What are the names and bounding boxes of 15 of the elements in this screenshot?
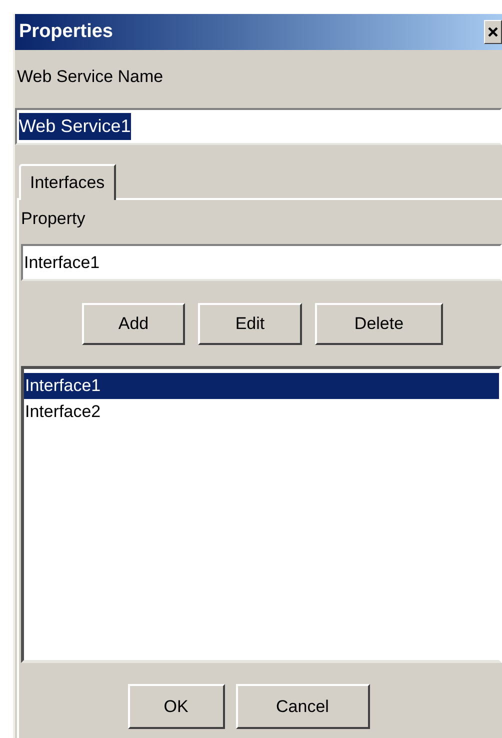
field-label: Web Service Name: [16, 66, 164, 86]
tab[interactable]: Interfaces: [19, 164, 116, 200]
field-label: Property: [21, 208, 86, 228]
list-item[interactable]: Interface2: [24, 399, 499, 425]
list-item[interactable]: Interface1: [24, 373, 499, 399]
dialog-button[interactable]: OK: [128, 684, 224, 729]
action-button[interactable]: Add: [82, 303, 185, 345]
action-button[interactable]: Delete: [315, 303, 443, 345]
action-button[interactable]: Edit: [198, 303, 302, 345]
input-field[interactable]: Interface1: [21, 244, 502, 281]
window-title: Properties: [18, 20, 113, 44]
close-button[interactable]: [484, 20, 502, 44]
dialog-button[interactable]: Cancel: [236, 684, 370, 729]
input-field[interactable]: Web Service1: [15, 108, 502, 145]
close-icon: [487, 26, 499, 38]
